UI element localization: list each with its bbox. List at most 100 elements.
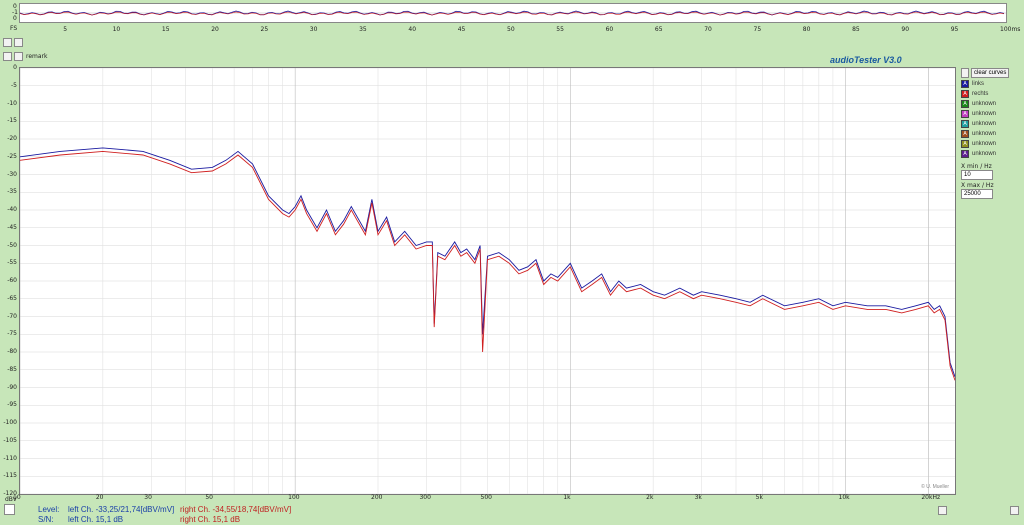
legend-swatch[interactable]: A	[961, 140, 969, 148]
zoom-in-button[interactable]	[3, 38, 12, 47]
xmin-label: X min / Hz	[961, 163, 992, 170]
x-tick-label: 50	[205, 494, 213, 501]
legend-label: unknown	[972, 141, 997, 147]
y-tick-label: -10	[7, 99, 17, 107]
remark-label[interactable]: remark	[26, 53, 48, 60]
strip-x-tick-label: 75	[753, 26, 762, 33]
y-tick-label: 0	[13, 64, 17, 71]
zoom-out-button[interactable]	[14, 38, 23, 47]
status-bar: Level: left Ch. -33,25/21,74[dBV/mV] rig…	[0, 504, 1024, 525]
left-sn: left Ch. 15,1 dB	[68, 515, 124, 524]
strip-x-tick-label: 15	[161, 26, 170, 33]
y-tick-label: -80	[7, 348, 17, 355]
legend-label: unknown	[972, 101, 997, 107]
x-tick-label: 1k	[563, 494, 571, 501]
x-tick-label: 20kHz	[921, 494, 941, 501]
y-tick-label: -85	[7, 365, 17, 373]
y-tick-label: -50	[7, 241, 17, 249]
legend-item[interactable]: Alinks	[961, 79, 1021, 89]
legend-swatch[interactable]: A	[961, 90, 969, 98]
scroll-up-button[interactable]	[3, 52, 12, 61]
app-brand: audioTester V3.0	[830, 55, 902, 65]
y-tick-label: -40	[7, 206, 17, 213]
y-tick-label: -5	[11, 81, 17, 89]
x-tick-label: 300	[419, 494, 431, 501]
time-domain-strip	[19, 3, 1007, 23]
scroll-down-button[interactable]	[14, 52, 23, 61]
strip-x-tick-label: 25	[260, 26, 269, 33]
legend-item[interactable]: Aunknown	[961, 149, 1021, 159]
legend-label: rechts	[972, 91, 989, 97]
legend-swatch[interactable]: A	[961, 110, 969, 118]
x-tick-label: 20	[95, 494, 104, 501]
strip-x-tick-label: 45	[457, 26, 466, 33]
legend-item[interactable]: Aunknown	[961, 99, 1021, 109]
y-tick-label: -35	[7, 188, 17, 196]
clear-curves-button[interactable]: clear curves	[971, 68, 1010, 78]
y-tick-label: -75	[7, 330, 17, 338]
legend-swatch[interactable]: A	[961, 130, 969, 138]
x-tick-label: 500	[480, 494, 492, 501]
legend-label: unknown	[972, 111, 997, 117]
x-tick-label: 2k	[646, 494, 654, 501]
strip-x-tick-label: 65	[654, 26, 663, 33]
scroll-left-button[interactable]	[938, 506, 947, 515]
left-level: left Ch. -33,25/21,74[dBV/mV]	[68, 505, 175, 514]
legend-item[interactable]: Aunknown	[961, 139, 1021, 149]
strip-x-tick-label: 30	[309, 26, 318, 33]
x-tick-label: 5k	[755, 494, 763, 501]
y-tick-label: -15	[7, 117, 17, 125]
xmin-input[interactable]: 10	[961, 170, 993, 180]
y-tick-label: -90	[7, 383, 17, 391]
x-tick-label: 10	[13, 494, 21, 501]
legend-panel: clear curves Alinks Arechts Aunknown Aunkno…	[961, 67, 1021, 199]
xmax-label: X max / Hz	[961, 182, 994, 189]
y-tick-label: -115	[3, 472, 17, 480]
y-axis: 0 -5 -10 -15 -20 -25 -30 -35 -40 -45 -50 -55 -60 -65 -…	[0, 62, 19, 502]
strip-x-tick-label: 100ms	[1000, 26, 1021, 33]
legend-item[interactable]: Arechts	[961, 89, 1021, 99]
y-tick-label: -65	[7, 294, 17, 302]
legend-item[interactable]: Aunknown	[961, 109, 1021, 119]
x-tick-label: 200	[371, 494, 383, 501]
legend-item[interactable]: Aunknown	[961, 119, 1021, 129]
clear-curves-checkbox[interactable]	[961, 68, 969, 78]
strip-x-tick-label: 55	[556, 26, 564, 33]
strip-x-tick-label: 5	[63, 26, 68, 33]
y-tick-label: -25	[7, 152, 17, 160]
legend-item[interactable]: Aunknown	[961, 129, 1021, 139]
sn-label: S/N:	[38, 515, 54, 524]
legend-items: Alinks Arechts Aunknown Aunknown Aunknown Aun…	[961, 79, 1021, 159]
x-tick-label: 3k	[694, 494, 702, 501]
y-tick-label: -45	[7, 223, 17, 231]
y-tick-label: -55	[7, 259, 17, 267]
y-tick-label: -100	[3, 419, 17, 426]
right-sn: right Ch. 15,1 dB	[180, 515, 241, 524]
legend-label: unknown	[972, 121, 997, 127]
time-domain-plot	[19, 10, 1006, 16]
strip-x-tick-label: 80	[802, 26, 811, 33]
x-tick-label: 100	[288, 494, 300, 501]
legend-swatch[interactable]: A	[961, 150, 969, 158]
y-tick-label: -70	[7, 312, 17, 320]
strip-x-tick-label: 90	[901, 26, 910, 33]
legend-swatch[interactable]: A	[961, 120, 969, 128]
status-toggle[interactable]	[4, 504, 15, 515]
y-tick-label: -20	[7, 135, 17, 142]
xmax-input[interactable]: 25000	[961, 189, 993, 199]
legend-label: unknown	[972, 151, 997, 157]
spectrum-plot: © U. Mueller	[19, 67, 956, 495]
strip-x-axis: 5 10 15 20 25 30 35 40 45 50 55 60 65 70 75 80 85 90 95 100…	[0, 24, 1024, 36]
x-tick-label: 30	[144, 494, 152, 501]
strip-x-tick-label: 40	[408, 26, 417, 33]
strip-x-tick-label: 85	[852, 26, 860, 33]
strip-x-tick-label: 50	[507, 26, 515, 33]
strip-x-tick-label: 35	[359, 26, 367, 33]
y-tick-label: -105	[3, 436, 17, 444]
y-tick-label: -95	[7, 401, 17, 409]
x-tick-label: 10k	[838, 494, 850, 501]
scroll-right-button[interactable]	[1010, 506, 1019, 515]
strip-ytick-bot: 0	[13, 15, 17, 22]
legend-swatch[interactable]: A	[961, 80, 969, 88]
legend-swatch[interactable]: A	[961, 100, 969, 108]
